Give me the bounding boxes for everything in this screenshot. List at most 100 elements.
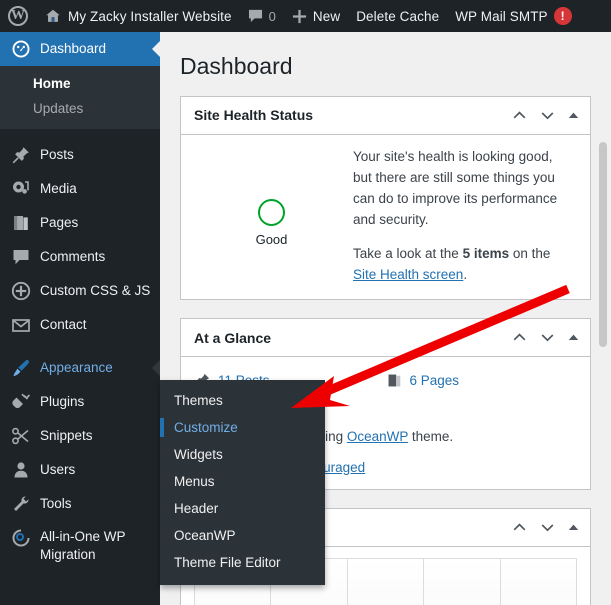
flyout-item-themes[interactable]: Themes [160,387,325,414]
scrollbar-thumb[interactable] [599,142,607,347]
toggle-panel-icon[interactable] [567,331,580,344]
pages-icon [14,216,28,230]
sidebar-item-label: Tools [40,495,72,511]
sidebar-item-pages[interactable]: Pages [0,206,160,240]
health-items-suffix: . [463,266,468,282]
comment-icon [13,250,29,265]
sidebar-item-posts[interactable]: Posts [0,138,160,172]
sidebar-item-label: Custom CSS & JS [40,282,151,298]
sidebar-subitem-home[interactable]: Home [0,71,160,96]
open-parent-arrow-pointer [152,360,160,376]
wp-mail-smtp-menu[interactable]: WP Mail SMTP ! [447,0,579,32]
plus-circle-icon [11,281,31,301]
wp-mail-smtp-label: WP Mail SMTP [455,8,548,24]
site-health-status-panel: Site Health Status Good Your site's heal… [180,95,591,301]
sidebar-item-all-in-one-wp-migration[interactable]: All-in-One WP Migration [0,521,160,573]
move-up-icon[interactable] [511,107,528,124]
sidebar-item-label: Snippets [40,427,93,443]
move-down-icon[interactable] [539,519,556,536]
move-down-icon[interactable] [539,329,556,346]
menu-separator [0,342,160,351]
glance-pages[interactable]: 6 Pages [386,369,578,392]
sidebar-item-snippets[interactable]: Snippets [0,419,160,453]
comment-bubble-icon [248,9,262,23]
sidebar-item-dashboard[interactable]: Dashboard [0,32,160,66]
health-status-label: Good [255,232,288,248]
sidebar-item-label: Appearance [40,359,113,375]
glance-pages-label: 6 Pages [409,373,460,389]
flyout-item-oceanwp[interactable]: OceanWP [160,522,325,549]
health-items-mid: on the [509,245,551,261]
pin-icon [12,147,29,164]
delete-cache-menu[interactable]: Delete Cache [348,0,447,32]
toggle-panel-icon[interactable] [567,521,580,534]
flyout-item-customize[interactable]: Customize [160,414,325,441]
sidebar-item-custom-css-js[interactable]: Custom CSS & JS [0,274,160,308]
move-up-icon[interactable] [511,329,528,346]
page-scrollbar[interactable] [596,32,611,605]
site-health-gauge: Good [194,147,349,286]
scissors-icon [12,427,29,445]
grid-cell [501,559,576,605]
dashboard-icon [12,40,30,58]
sidebar-subitem-updates[interactable]: Updates [0,96,160,121]
home-icon [46,9,60,22]
flyout-item-header[interactable]: Header [160,495,325,522]
sidebar-item-contact[interactable]: Contact [0,308,160,342]
site-name-label: My Zacky Installer Website [68,8,232,24]
new-content-menu[interactable]: New [284,0,348,32]
move-up-icon[interactable] [511,519,528,536]
new-label: New [312,8,341,24]
site-name-menu[interactable]: My Zacky Installer Website [36,0,240,32]
wrench-icon [14,496,29,511]
health-description: Your site's health is looking good, but … [353,148,558,227]
flyout-item-theme-file-editor[interactable]: Theme File Editor [160,549,325,576]
at-a-glance-title: At a Glance [194,329,272,346]
at-a-glance-header: At a Glance [181,319,590,358]
grid-cell [348,558,425,605]
health-items-count: 5 items [462,245,510,261]
site-health-body: Good Your site's health is looking good,… [181,135,590,300]
sidebar-item-label: Contact [40,316,87,332]
user-icon [14,462,28,478]
migration-icon [12,529,30,547]
sidebar-item-appearance[interactable]: Appearance [0,351,160,385]
sidebar-item-comments[interactable]: Comments [0,240,160,274]
sidebar-item-users[interactable]: Users [0,453,160,487]
wp-logo-menu[interactable]: W [0,0,36,32]
envelope-icon [12,319,30,332]
plug-icon [12,393,31,409]
flyout-item-widgets[interactable]: Widgets [160,441,325,468]
smtp-alert-badge: ! [553,7,572,25]
current-arrow-pointer [152,41,160,57]
media-icon [13,181,29,194]
sidebar-item-label: Users [40,461,76,477]
appearance-flyout-submenu: Themes Customize Widgets Menus Header Oc… [160,380,325,585]
site-health-screen-link[interactable]: Site Health screen [353,267,463,282]
brush-icon [13,360,30,377]
theme-link[interactable]: OceanWP [347,429,408,444]
sidebar-item-media[interactable]: Media [0,172,160,206]
sidebar-item-tools[interactable]: Tools [0,487,160,521]
dashboard-submenu: Home Updates [0,66,160,129]
sidebar-item-label: Comments [40,248,106,264]
sidebar-item-label: Dashboard [40,40,107,56]
plus-icon [292,9,306,23]
move-down-icon[interactable] [539,107,556,124]
pages-icon [388,374,400,387]
version-suffix: theme. [408,429,454,445]
page-title: Dashboard [180,53,293,79]
flyout-item-menus[interactable]: Menus [160,468,325,495]
toggle-panel-icon[interactable] [567,109,580,122]
sidebar-item-label: Plugins [40,393,85,409]
comments-menu[interactable]: 0 [240,0,284,32]
health-status-ring [258,199,285,227]
sidebar-item-label: Posts [40,146,74,162]
menu-separator [0,129,160,138]
wordpress-logo-icon: W [8,6,28,26]
admin-bar: W My Zacky Installer Website 0 New Delet… [0,0,611,32]
sidebar-item-plugins[interactable]: Plugins [0,385,160,419]
admin-sidebar-menu: Dashboard Home Updates Posts Media Pages [0,32,160,605]
site-health-title: Site Health Status [194,107,314,124]
comments-count: 0 [268,8,276,24]
